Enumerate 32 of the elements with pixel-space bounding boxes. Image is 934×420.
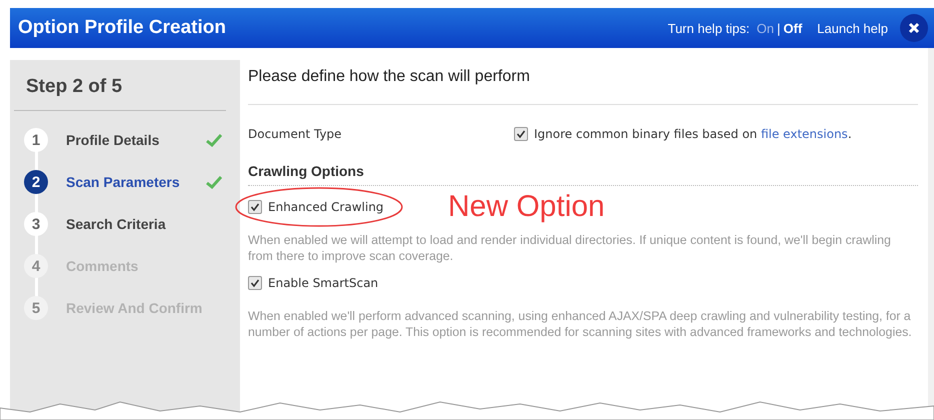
step-number: 1 bbox=[24, 128, 48, 152]
step-number: 4 bbox=[24, 254, 48, 278]
separator: | bbox=[776, 20, 780, 36]
checkbox-label: Enable SmartScan bbox=[268, 276, 378, 290]
option-description: When enabled we'll perform advanced scanning, using enhanced AJAX/SPA deep crawling and vulnerability testing, for a number of actions per page. This option is recommended for scanning sites with advanced frameworks and technologies. bbox=[248, 308, 913, 340]
file-extensions-link[interactable]: file extensions bbox=[760, 127, 848, 141]
step-number: 5 bbox=[24, 296, 48, 320]
step-item[interactable]: 3 Search Criteria bbox=[24, 203, 240, 245]
checkbox-label: Ignore common binary files based on file extensions. bbox=[534, 127, 852, 141]
step-number: 2 bbox=[24, 170, 48, 194]
checkmark-icon bbox=[516, 129, 526, 139]
checkbox[interactable] bbox=[514, 127, 528, 141]
checkbox-label: Enhanced Crawling bbox=[268, 200, 384, 214]
step-counter: Step 2 of 5 bbox=[14, 60, 226, 111]
checkbox[interactable] bbox=[248, 276, 262, 290]
step-item[interactable]: 1 Profile Details bbox=[24, 119, 240, 161]
step-item[interactable]: 2 Scan Parameters bbox=[24, 161, 240, 203]
annotation-text: New Option bbox=[448, 190, 605, 224]
field-label: Document Type bbox=[248, 127, 343, 141]
window-title: Option Profile Creation bbox=[18, 17, 227, 39]
step-number: 3 bbox=[24, 212, 48, 236]
checkmark-icon bbox=[250, 278, 260, 288]
help-tips-toggle[interactable]: Off bbox=[783, 20, 802, 36]
page-heading: Please define how the scan will perform bbox=[248, 48, 918, 105]
checkmark-icon bbox=[250, 202, 260, 212]
checkbox[interactable] bbox=[248, 200, 262, 214]
option-description: When enabled we will attempt to load and render individual directories. If unique content is found, we'll begin crawling from there to improve scan coverage. bbox=[248, 232, 892, 264]
launch-help-link[interactable]: Launch help bbox=[817, 20, 888, 36]
section-title: Crawling Options bbox=[248, 141, 918, 186]
close-icon bbox=[908, 22, 920, 34]
close-button[interactable] bbox=[900, 14, 928, 42]
help-tips-label: Turn help tips: bbox=[668, 20, 750, 36]
